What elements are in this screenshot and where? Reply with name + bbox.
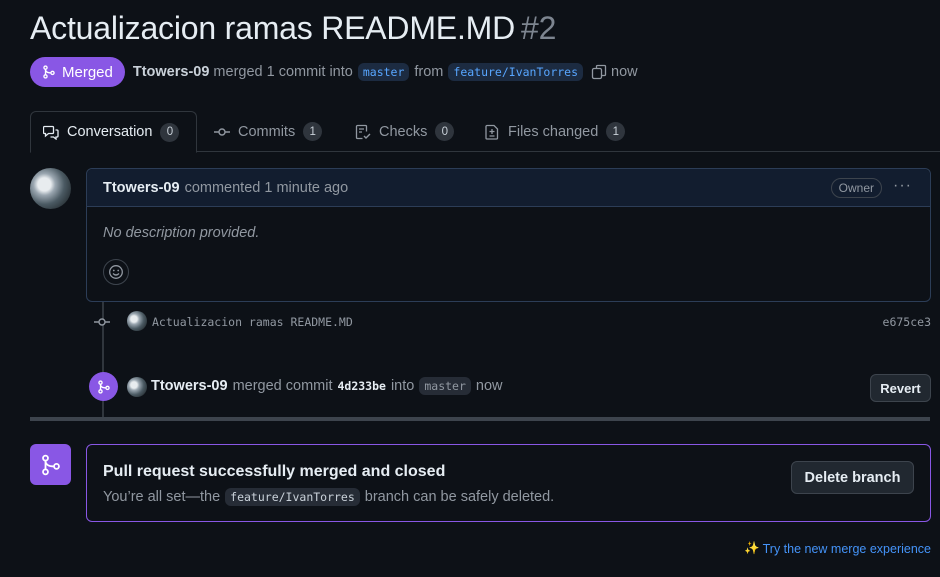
sparkle-icon: ✨	[744, 541, 760, 555]
base-branch-chip[interactable]: master	[357, 63, 410, 81]
merge-event-time: now	[475, 378, 503, 394]
smiley-icon	[109, 265, 123, 279]
git-commit-icon	[94, 318, 110, 326]
git-merge-icon	[97, 379, 110, 394]
merged-state-badge: Merged	[30, 57, 125, 87]
merge-into-text: into	[390, 378, 415, 394]
merge-author-link[interactable]: Ttowers-09	[151, 378, 228, 394]
delete-branch-button[interactable]: Delete branch	[791, 461, 914, 494]
merged-status-subtitle: You’re all set—the feature/IvanTorres br…	[103, 488, 554, 506]
avatar[interactable]	[30, 168, 71, 209]
pr-number: #2	[521, 10, 557, 46]
pr-meta: Merged Ttowers-09 merged 1 commit into m…	[30, 57, 638, 87]
comment-author-link[interactable]: Ttowers-09	[103, 180, 180, 196]
git-merge-icon	[41, 454, 60, 475]
avatar[interactable]	[127, 311, 147, 331]
add-reaction-button[interactable]	[103, 259, 129, 285]
commit-message-link[interactable]: Actualizacion ramas README.MD	[152, 315, 353, 329]
pr-author-link[interactable]: Ttowers-09	[133, 64, 210, 80]
tab-label: Conversation	[67, 124, 153, 140]
timeline-divider	[30, 417, 930, 421]
page-title: Actualizacion ramas README.MD #2	[30, 10, 556, 47]
merged-branch-chip[interactable]: feature/IvanTorres	[225, 488, 360, 506]
checklist-icon	[355, 124, 371, 139]
from-text: from	[414, 64, 444, 80]
comment-box: Ttowers-09 commented 1 minute ago Owner …	[86, 168, 931, 302]
merge-commit-sha-link[interactable]: 4d233be	[337, 379, 385, 393]
comment-discussion-icon	[43, 125, 59, 140]
timeline-commit: Actualizacion ramas README.MD e675ce3	[94, 310, 931, 334]
tab-label: Files changed	[508, 123, 599, 140]
git-commit-icon	[214, 127, 230, 136]
merged-state-label: Merged	[62, 63, 113, 81]
commit-sha-link[interactable]: e675ce3	[883, 315, 931, 329]
merged-status-title: Pull request successfully merged and clo…	[103, 463, 446, 480]
git-merge-icon	[43, 65, 55, 79]
try-new-merge-label: Try the new merge experience	[762, 541, 931, 556]
merged-commits-text: merged 1 commit into	[213, 64, 353, 80]
tab-label: Checks	[379, 123, 428, 140]
avatar[interactable]	[127, 377, 147, 397]
pr-tabs: Conversation 0 Commits 1 Checks 0 Files …	[30, 111, 940, 153]
merged-status-box: Pull request successfully merged and clo…	[86, 444, 931, 522]
merge-target-branch[interactable]: master	[419, 377, 471, 395]
kebab-horizontal-icon[interactable]: ···	[893, 177, 912, 195]
comment-body: No description provided.	[103, 225, 260, 241]
comment-header: Ttowers-09 commented 1 minute ago	[87, 169, 930, 207]
tab-checks[interactable]: Checks 0	[343, 111, 466, 152]
timeline-merge-event: Ttowers-09 merged commit 4d233be into ma…	[89, 372, 931, 402]
merged-sub-after: branch can be safely deleted.	[364, 489, 555, 505]
head-branch-chip[interactable]: feature/IvanTorres	[448, 63, 584, 81]
merged-sub-before: You’re all set—the	[103, 489, 221, 505]
merge-time: now	[611, 64, 638, 80]
merge-event-badge	[89, 372, 118, 401]
pr-title: Actualizacion ramas README.MD	[30, 10, 515, 46]
tab-label: Commits	[238, 123, 296, 140]
tab-files-changed[interactable]: Files changed 1	[472, 111, 637, 152]
tab-commits[interactable]: Commits 1	[202, 111, 334, 152]
tab-counter: 0	[435, 122, 455, 141]
comment-action: commented 1 minute ago	[184, 179, 349, 196]
owner-badge: Owner	[830, 178, 882, 198]
tab-counter: 1	[606, 122, 626, 141]
revert-button[interactable]: Revert	[870, 374, 931, 402]
copy-icon[interactable]	[591, 64, 607, 80]
merged-status-icon-box	[30, 444, 71, 485]
try-new-merge-link[interactable]: ✨ Try the new merge experience	[744, 541, 931, 556]
tab-counter: 1	[303, 122, 323, 141]
merge-event-action: merged commit	[232, 378, 333, 394]
tab-conversation[interactable]: Conversation 0	[30, 111, 197, 153]
tab-counter: 0	[160, 122, 180, 142]
file-diff-icon	[485, 124, 499, 140]
merge-event-text: Ttowers-09 merged commit 4d233be into ma…	[151, 377, 503, 395]
